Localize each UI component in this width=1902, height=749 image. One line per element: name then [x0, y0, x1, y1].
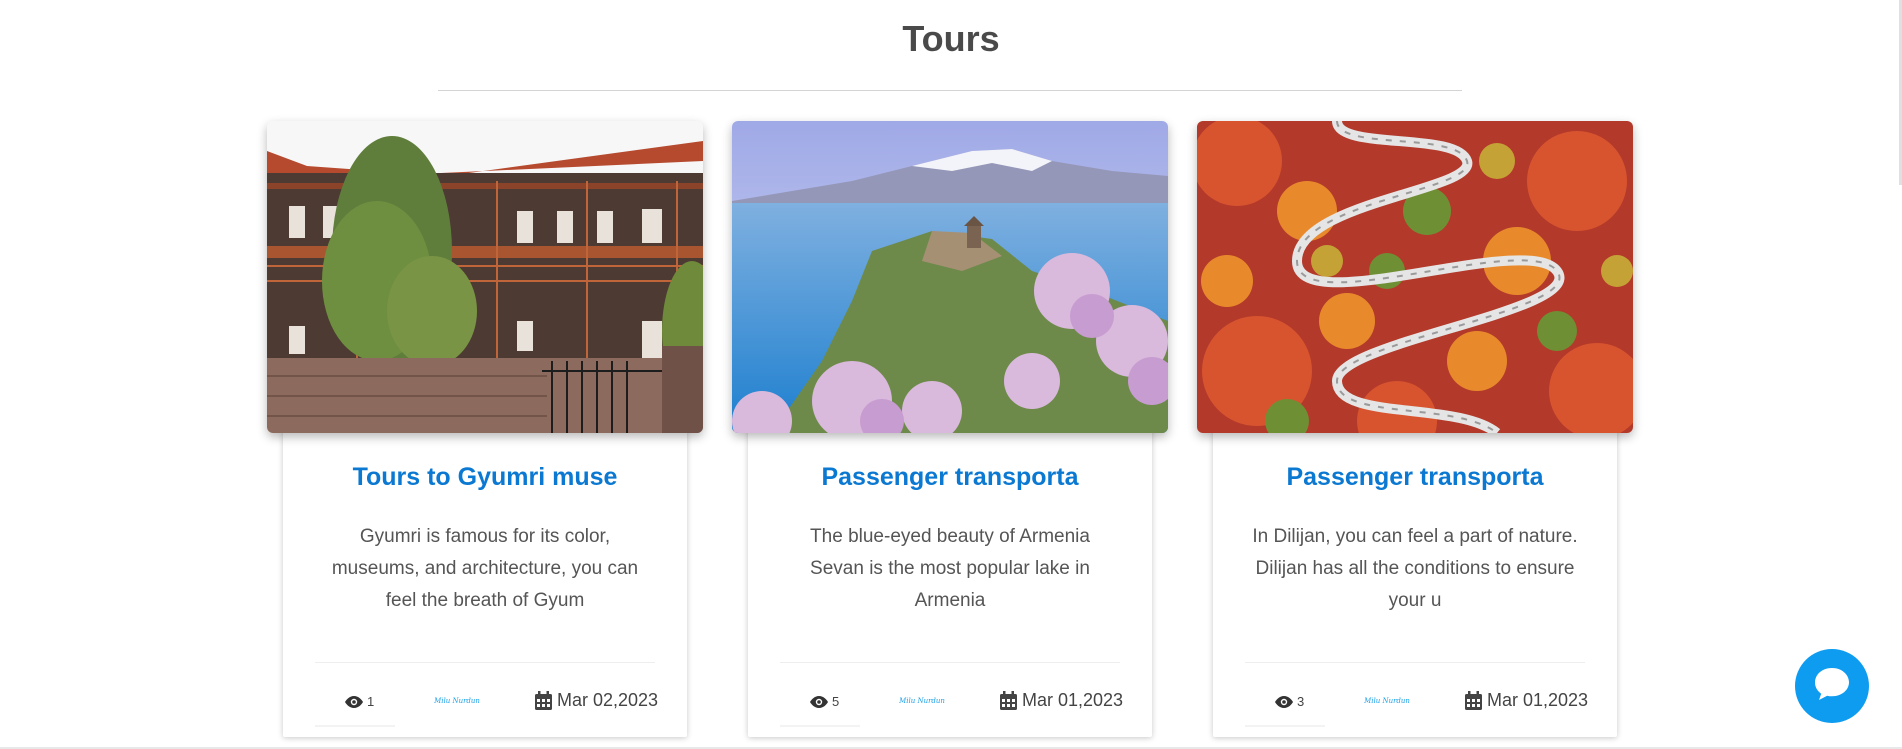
page-title: Tours: [902, 18, 1000, 59]
eye-icon: [1275, 695, 1293, 708]
view-count: 1: [345, 694, 374, 709]
card-image-dilijan[interactable]: [1197, 121, 1633, 433]
sevan-lake-image: [732, 121, 1168, 433]
card-footer-divider: [315, 662, 655, 663]
post-date-value: Mar 01,2023: [1487, 690, 1589, 710]
post-date-value: Mar 01,2023: [1022, 690, 1124, 710]
chat-button[interactable]: [1795, 649, 1869, 723]
view-count: 3: [1275, 694, 1304, 709]
tour-card: Tours to Gyumri muse Gyumri is famous fo…: [267, 121, 703, 739]
author-signature: Milu Nurdun: [899, 697, 945, 705]
view-count-value: 1: [367, 694, 375, 709]
calendar-icon: [535, 691, 552, 710]
card-description: The blue-eyed beauty of Armenia Sevan is…: [810, 526, 1090, 611]
tour-card: Passenger transporta In Dilijan, you can…: [1197, 121, 1633, 739]
post-date: Mar 01,2023: [1000, 690, 1123, 711]
card-description: Gyumri is famous for its color, museums,…: [331, 526, 639, 611]
eye-icon: [810, 695, 828, 708]
post-date-value: Mar 02,2023: [557, 690, 659, 710]
calendar-icon: [1000, 691, 1017, 710]
tour-card: Passenger transporta The blue-eyed beaut…: [732, 121, 1168, 739]
dilijan-road-image: [1197, 121, 1633, 433]
card-description: In Dilijan, you can feel a part of natur…: [1252, 526, 1578, 611]
calendar-icon: [1465, 691, 1482, 710]
chat-bubble-icon: [1813, 666, 1851, 707]
title-divider: [438, 90, 1462, 91]
card-image-gyumri[interactable]: [267, 121, 703, 433]
eye-icon: [345, 695, 363, 708]
post-date: Mar 01,2023: [1465, 690, 1588, 711]
card-title[interactable]: Passenger transporta: [1197, 463, 1633, 492]
card-image-sevan[interactable]: [732, 121, 1168, 433]
view-count-value: 5: [832, 694, 840, 709]
card-footer-divider: [1245, 662, 1585, 663]
card-footer-divider: [780, 662, 1120, 663]
author-signature: Milu Nurdun: [434, 697, 480, 705]
card-title[interactable]: Passenger transporta: [732, 463, 1168, 492]
card-footer-underline: [1245, 725, 1325, 727]
gyumri-building-image: [267, 121, 703, 433]
post-date: Mar 02,2023: [535, 690, 658, 711]
author-signature: Milu Nurdun: [1364, 697, 1410, 705]
card-footer-underline: [315, 725, 395, 727]
card-footer-underline: [780, 725, 860, 727]
view-count: 5: [810, 694, 839, 709]
card-title[interactable]: Tours to Gyumri muse: [267, 463, 703, 492]
view-count-value: 3: [1297, 694, 1305, 709]
